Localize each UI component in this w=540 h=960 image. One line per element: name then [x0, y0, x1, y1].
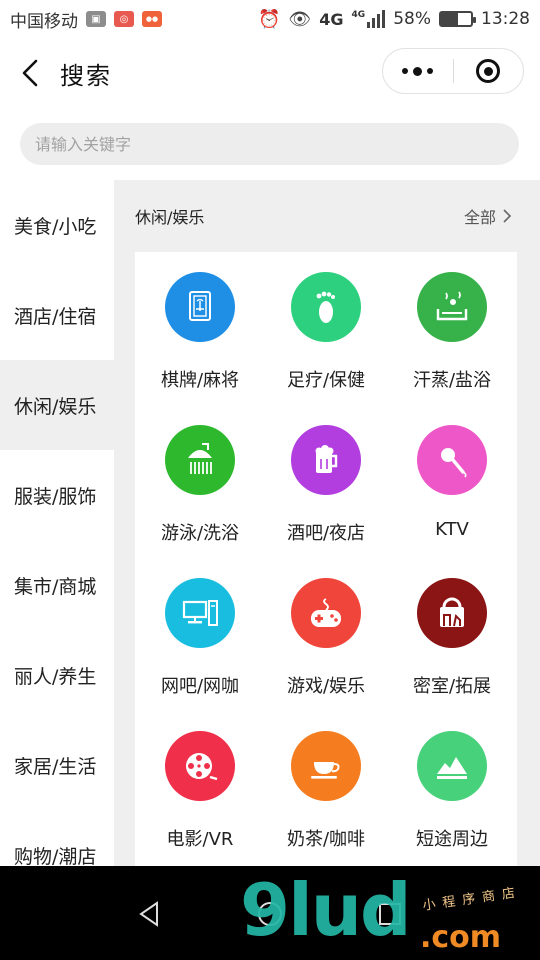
grid-item-label: 酒吧/夜店 [286, 523, 366, 544]
status-bar: 中国移动 ▣ ◎ ●● ⏰ 👁 4G 4G 58% 13:28 [0, 0, 540, 38]
back-button[interactable] [2, 45, 58, 101]
app-icon: ●● [142, 11, 162, 27]
grid-item-internet-cafe[interactable]: 网吧/网咖 [137, 578, 263, 731]
status-left: 中国移动 ▣ ◎ ●● [10, 7, 162, 32]
see-all-label: 全部 [463, 208, 496, 227]
sidebar-item-clothing[interactable]: 服装/服饰 [0, 450, 114, 540]
subcategory-card: 棋牌/麻将 足疗/保健 汗蒸/盐浴 游泳/洗浴 酒吧/夜店 KTV 网吧/网咖 … [135, 252, 517, 866]
grid-item-bar[interactable]: 酒吧/夜店 [263, 425, 389, 578]
sidebar-item-label: 集市/商城 [14, 575, 97, 598]
more-dot-icon [413, 66, 423, 76]
sidebar-item-market[interactable]: 集市/商城 [0, 540, 114, 630]
grid-item-escape-room[interactable]: 密室/拓展 [389, 578, 515, 731]
sidebar-item-leisure[interactable]: 休闲/娱乐 [0, 360, 114, 450]
sidebar-item-label: 家居/生活 [14, 755, 97, 778]
more-dot-icon [402, 68, 409, 74]
target-icon [476, 59, 501, 83]
sidebar-item-label: 酒店/住宿 [14, 305, 97, 328]
more-button[interactable] [383, 49, 453, 93]
grid-item-games[interactable]: 游戏/娱乐 [263, 578, 389, 731]
microphone-icon [417, 425, 487, 495]
grid-item-label: KTV [435, 519, 469, 540]
beer-icon [291, 425, 361, 495]
capsule-menu [382, 48, 524, 94]
chevron-right-icon [503, 209, 512, 223]
shower-icon [165, 425, 235, 495]
grid-item-label: 足疗/保健 [286, 370, 366, 391]
coffee-cup-icon [291, 731, 361, 801]
signal-icon: 4G [352, 10, 386, 28]
gamepad-icon [291, 578, 361, 648]
grid-item-label: 密室/拓展 [412, 676, 492, 697]
page-title: 搜索 [60, 61, 112, 90]
search-input[interactable] [35, 134, 519, 154]
grid-item-foot-massage[interactable]: 足疗/保健 [263, 272, 389, 425]
computer-icon [165, 578, 235, 648]
grid-item-ktv[interactable]: KTV [389, 425, 515, 578]
clock: 13:28 [481, 9, 530, 29]
category-sidebar: 美食/小吃 酒店/住宿 休闲/娱乐 服装/服饰 集市/商城 丽人/养生 家居/生… [0, 180, 114, 866]
sidebar-item-label: 丽人/养生 [14, 665, 97, 688]
grid-item-label: 棋牌/麻将 [160, 370, 240, 391]
film-reel-icon [165, 731, 235, 801]
status-right: ⏰ 👁 4G 4G 58% 13:28 [258, 9, 530, 30]
sidebar-item-hotel[interactable]: 酒店/住宿 [0, 270, 114, 360]
alarm-icon: ⏰ [258, 8, 281, 30]
mountain-icon [417, 731, 487, 801]
grid-item-sauna[interactable]: 汗蒸/盐浴 [389, 272, 515, 425]
grid-item-label: 网吧/网咖 [160, 676, 240, 697]
header: 搜索 [0, 38, 540, 108]
photo-icon: ▣ [86, 11, 106, 27]
sidebar-item-label: 服装/服饰 [14, 485, 97, 508]
nav-back-button[interactable] [132, 896, 168, 932]
grid-item-tea-coffee[interactable]: 奶茶/咖啡 [263, 731, 389, 866]
grid-item-label: 短途周边 [416, 829, 488, 850]
watermark-brand: 9lud [240, 868, 412, 952]
content-header: 休闲/娱乐 全部 [114, 180, 540, 252]
search-bar [20, 123, 519, 165]
sauna-icon [417, 272, 487, 342]
grid-item-mahjong[interactable]: 棋牌/麻将 [137, 272, 263, 425]
grid-item-label: 游戏/娱乐 [286, 676, 366, 697]
chevron-left-icon [22, 59, 38, 87]
grid-item-short-trips[interactable]: 短途周边 [389, 731, 515, 866]
eye-icon: 👁 [288, 8, 312, 30]
sidebar-item-label: 购物/潮店 [14, 845, 97, 867]
weibo-icon: ◎ [114, 11, 134, 27]
grid-item-swimming[interactable]: 游泳/洗浴 [137, 425, 263, 578]
more-dot-icon [427, 68, 434, 74]
sidebar-item-label: 休闲/娱乐 [14, 395, 97, 418]
grid-item-label: 奶茶/咖啡 [286, 829, 366, 850]
see-all-link[interactable]: 全部 [464, 204, 512, 228]
category-content: 休闲/娱乐 全部 棋牌/麻将 足疗/保健 汗蒸/盐浴 游泳/洗浴 酒吧/夜店 K… [114, 180, 540, 866]
foot-icon [291, 272, 361, 342]
grid-item-movie[interactable]: 电影/VR [137, 731, 263, 866]
carrier-label: 中国移动 [10, 11, 78, 32]
close-miniprogram-button[interactable] [454, 49, 524, 93]
sidebar-item-label: 美食/小吃 [14, 215, 97, 238]
battery-percent: 58% [393, 9, 431, 29]
sidebar-item-beauty[interactable]: 丽人/养生 [0, 630, 114, 720]
grid-item-label: 电影/VR [166, 829, 234, 850]
sidebar-item-shopping[interactable]: 购物/潮店 [0, 810, 114, 867]
subcategory-grid: 棋牌/麻将 足疗/保健 汗蒸/盐浴 游泳/洗浴 酒吧/夜店 KTV 网吧/网咖 … [135, 252, 517, 866]
grid-item-label: 游泳/洗浴 [160, 523, 240, 544]
triangle-back-icon [139, 901, 158, 927]
mahjong-icon [165, 272, 235, 342]
grid-item-label: 汗蒸/盐浴 [412, 370, 492, 391]
category-title: 休闲/娱乐 [135, 208, 205, 227]
network-label-2: 4G [351, 10, 366, 20]
battery-icon [439, 11, 476, 27]
network-label: 4G [319, 9, 344, 29]
sidebar-item-food[interactable]: 美食/小吃 [0, 180, 114, 270]
watermark-suffix: .com [420, 920, 502, 955]
escape-room-icon [417, 578, 487, 648]
sidebar-item-home[interactable]: 家居/生活 [0, 720, 114, 810]
